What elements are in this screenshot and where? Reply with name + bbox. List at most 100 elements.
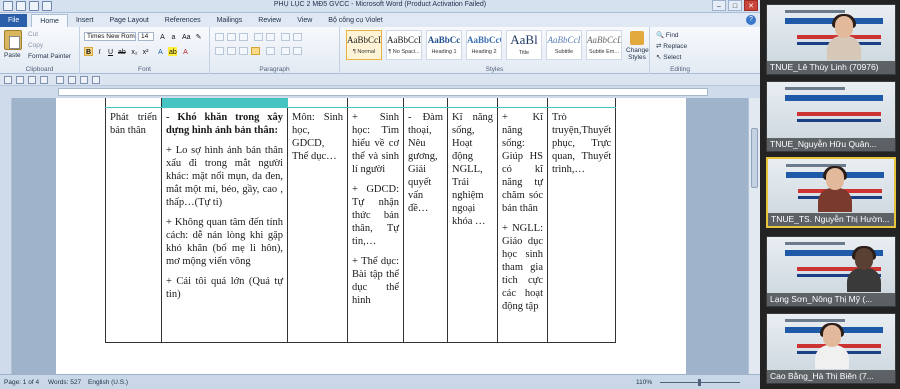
table-cell[interactable]: Phát triển bản thân [105, 107, 162, 343]
paste-button[interactable]: Paste [4, 52, 21, 59]
justify-icon[interactable] [251, 47, 260, 55]
tab-review[interactable]: Review [250, 14, 289, 27]
style-name: Subtle Em... [589, 49, 619, 55]
numbering-icon[interactable] [227, 33, 236, 41]
table-cell[interactable]: Kĩ năng sống, Hoạt động NGLL, Trải nghiệ… [447, 107, 498, 343]
tab-violet[interactable]: Bộ công cụ Violet [320, 14, 390, 27]
horizontal-ruler[interactable] [0, 86, 760, 98]
select-button[interactable]: ↖ Select [656, 53, 681, 61]
style-subtle-emphasis[interactable]: AaBbCcDc Subtle Em... [586, 30, 622, 60]
show-marks-icon[interactable] [293, 33, 302, 41]
replace-label: Replace [663, 43, 688, 50]
ruler-paper [58, 88, 708, 96]
content-table[interactable]: Phát triển bản thân - Khó khăn trong xây… [105, 98, 617, 343]
superscript-icon[interactable]: x² [141, 47, 150, 56]
grow-font-icon[interactable]: A [158, 32, 167, 41]
find-label: Find [665, 32, 679, 39]
document-page[interactable]: Phát triển bản thân - Khó khăn trong xây… [56, 98, 686, 374]
shading-icon[interactable] [281, 47, 290, 55]
zoom-slider-knob[interactable] [698, 379, 701, 386]
tab-page-layout[interactable]: Page Layout [101, 14, 156, 27]
line-spacing-icon[interactable] [266, 47, 275, 55]
close-button[interactable]: ✕ [744, 0, 758, 11]
minimize-button[interactable]: – [712, 0, 726, 11]
paragraph-group: Paragraph [210, 27, 340, 74]
change-case-icon[interactable]: Aa [181, 32, 191, 41]
underline-icon[interactable]: U [106, 47, 115, 56]
style-title[interactable]: AaBl Title [506, 30, 542, 60]
vertical-scrollbar[interactable] [748, 98, 760, 374]
clipboard-label: Clipboard [25, 66, 54, 73]
table-cell[interactable]: Môn: Sinh học, GDCD, Thể dục… [287, 107, 348, 343]
table-cell[interactable]: - Khó khăn trong xây dựng hình ảnh bản t… [161, 107, 288, 343]
shrink-font-icon[interactable]: a [169, 32, 178, 41]
align-left-icon[interactable] [215, 47, 224, 55]
style-heading-1[interactable]: AaBbCc Heading 1 [426, 30, 462, 60]
scrollbar-thumb[interactable] [751, 128, 758, 188]
find-button[interactable]: 🔍 Find [656, 31, 679, 39]
page-count[interactable]: Page: 1 of 4 [4, 379, 39, 386]
tab-references[interactable]: References [157, 14, 209, 27]
style-normal[interactable]: AaBbCcDc ¶ Normal [346, 30, 382, 60]
window-title: PHỤ LỤC 2 MĐ5 GVCC - Microsoft Word (Pro… [273, 1, 487, 8]
bullets-icon[interactable] [215, 33, 224, 41]
tab-insert[interactable]: Insert [68, 14, 102, 27]
participant-tile[interactable]: TNUE_Nguyễn Hữu Quân... [766, 81, 896, 152]
toolbar-icon[interactable] [56, 76, 64, 84]
cell-text: - Đàm thoại, Nêu gương, Giải quyết vấn đ… [408, 112, 443, 214]
style-no-spacing[interactable]: AaBbCcDc ¶ No Spaci... [386, 30, 422, 60]
tab-home[interactable]: Home [31, 14, 68, 27]
font-name-select[interactable]: Times New Rom [84, 32, 136, 41]
align-center-icon[interactable] [227, 47, 236, 55]
format-painter-button[interactable]: Format Painter [28, 53, 71, 60]
tab-file[interactable]: File [0, 14, 28, 27]
increase-indent-icon[interactable] [266, 33, 275, 41]
toolbar-icon[interactable] [4, 76, 12, 84]
zoom-level[interactable]: 110% [636, 379, 652, 386]
subscript-icon[interactable]: x₂ [130, 47, 139, 56]
font-size-select[interactable]: 14 [138, 32, 154, 41]
decrease-indent-icon[interactable] [254, 33, 263, 41]
table-cell[interactable]: + Kĩ năng sống: Giúp HS có kĩ năng tự ch… [497, 107, 548, 343]
strikethrough-icon[interactable]: ab [117, 47, 126, 56]
italic-icon[interactable]: I [95, 47, 104, 56]
toolbar-icon[interactable] [80, 76, 88, 84]
copy-button[interactable]: Copy [28, 42, 43, 49]
tab-view[interactable]: View [289, 14, 320, 27]
maximize-button[interactable]: □ [728, 0, 742, 11]
style-subtitle[interactable]: AaBbCcI Subtitle [546, 30, 582, 60]
table-cell[interactable]: - Đàm thoại, Nêu gương, Giải quyết vấn đ… [403, 107, 448, 343]
highlight-icon[interactable]: ab [168, 47, 177, 56]
toolbar-icon[interactable] [16, 76, 24, 84]
cut-button[interactable]: Cut [28, 31, 38, 38]
paste-icon[interactable] [4, 30, 22, 50]
multilevel-list-icon[interactable] [239, 33, 248, 41]
participant-tile[interactable]: Cao Bằng_Hà Thị Biên (7... [766, 313, 896, 384]
word-count[interactable]: Words: 527 [48, 379, 81, 386]
participant-tile-active-speaker[interactable]: TNUE_TS. Nguyễn Thị Hườn... [766, 157, 896, 228]
borders-icon[interactable] [293, 47, 302, 55]
toolbar-icon[interactable] [28, 76, 36, 84]
toolbar-icon[interactable] [92, 76, 100, 84]
tab-mailings[interactable]: Mailings [209, 14, 251, 27]
participant-tile[interactable]: TNUE_Lê Thùy Linh (70976) [766, 4, 896, 75]
style-heading-2[interactable]: AaBbCcC Heading 2 [466, 30, 502, 60]
replace-button[interactable]: ⇄ Replace [656, 42, 687, 50]
toolbar-icon[interactable] [68, 76, 76, 84]
table-cell[interactable]: Trò truyện,Thuyết phục, Trực quan, Thuyế… [546, 107, 617, 343]
participant-video [847, 246, 881, 292]
toolbar-icon[interactable] [40, 76, 48, 84]
align-right-icon[interactable] [239, 47, 248, 55]
vertical-ruler[interactable] [0, 98, 12, 374]
language-indicator[interactable]: English (U.S.) [88, 379, 128, 386]
help-icon[interactable]: ? [746, 15, 756, 25]
bold-icon[interactable]: B [84, 47, 93, 56]
clear-format-icon[interactable]: ✎ [194, 32, 203, 41]
sort-icon[interactable] [281, 33, 290, 41]
table-cell[interactable]: + Sinh học: Tìm hiểu về cơ thể và sinh l… [347, 107, 404, 343]
participant-tile[interactable]: Lạng Sơn_Nông Thị Mỹ (... [766, 236, 896, 307]
text-effects-icon[interactable]: A [156, 47, 165, 56]
change-styles-button[interactable]: Change Styles [626, 31, 649, 61]
font-color-icon[interactable]: A [181, 47, 190, 56]
change-styles-icon [630, 31, 644, 45]
